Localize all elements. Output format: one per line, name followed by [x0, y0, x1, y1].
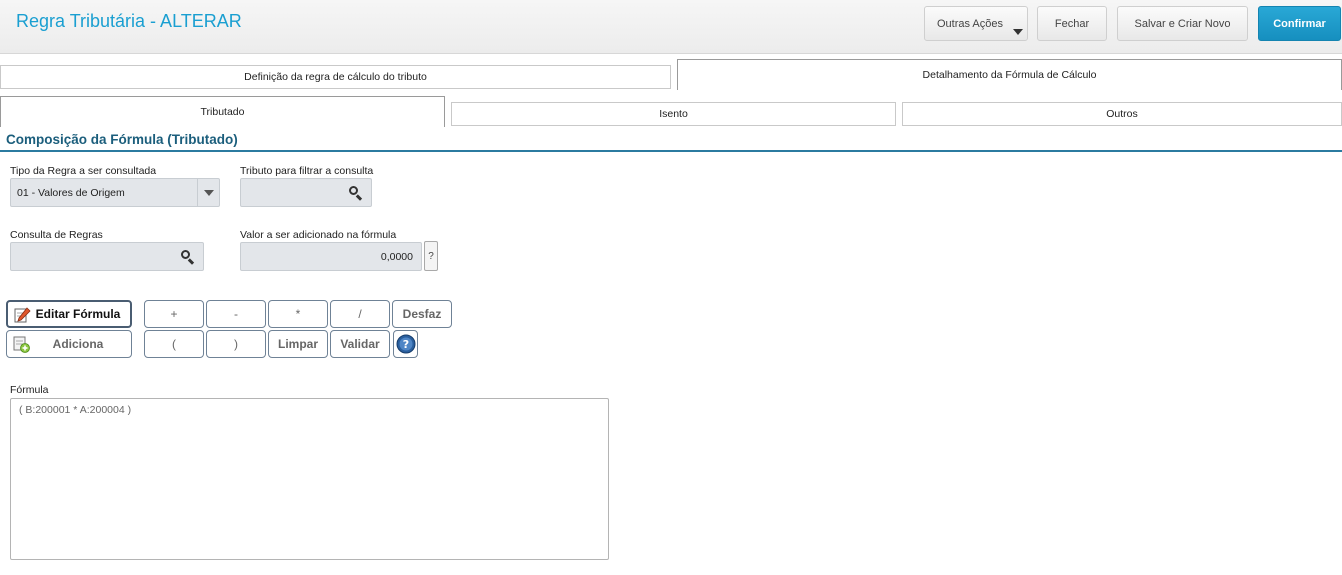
search-icon[interactable]	[349, 186, 363, 201]
edit-pencil-icon	[14, 307, 31, 323]
rule-type-select[interactable]: 01 - Valores de Origem	[10, 178, 220, 207]
other-actions-label: Outras Ações	[936, 17, 1004, 30]
confirm-button[interactable]: Confirmar	[1258, 6, 1341, 41]
multiply-button[interactable]: *	[268, 300, 328, 328]
help-button[interactable]: ?	[393, 330, 418, 358]
formula-textarea[interactable]: ( B:200001 * A:200004 )	[10, 398, 609, 560]
formula-label: Fórmula	[10, 384, 49, 396]
tab-rule-definition[interactable]: Definição da regra de cálculo do tributo	[0, 65, 671, 89]
tab-formula-detail[interactable]: Detalhamento da Fórmula de Cálculo	[677, 59, 1342, 90]
tab-formula-detail-label: Detalhamento da Fórmula de Cálculo	[922, 69, 1097, 81]
rules-query-label: Consulta de Regras	[10, 229, 103, 241]
value-add-input[interactable]: 0,0000	[240, 242, 422, 271]
tab-outros[interactable]: Outros	[902, 102, 1342, 126]
plus-button[interactable]: +	[144, 300, 204, 328]
tab-isento[interactable]: Isento	[451, 102, 896, 126]
tribute-filter-input[interactable]	[240, 178, 372, 207]
tab-outros-label: Outros	[1106, 108, 1138, 120]
rules-query-input[interactable]	[10, 242, 204, 271]
tab-rule-definition-label: Definição da regra de cálculo do tributo	[244, 71, 427, 83]
undo-button[interactable]: Desfaz	[392, 300, 452, 328]
edit-formula-label: Editar Fórmula	[35, 307, 121, 321]
svg-text:?: ?	[402, 338, 408, 351]
tribute-filter-label: Tributo para filtrar a consulta	[240, 165, 374, 177]
section-divider	[0, 150, 1342, 152]
close-paren-button[interactable]: )	[206, 330, 266, 358]
value-help-button[interactable]: ?	[424, 241, 438, 271]
validate-button[interactable]: Validar	[330, 330, 390, 358]
formula-value: ( B:200001 * A:200004 )	[19, 404, 132, 416]
add-button[interactable]: Adiciona	[6, 330, 132, 358]
tab-isento-label: Isento	[659, 108, 688, 120]
clear-button[interactable]: Limpar	[268, 330, 328, 358]
save-and-new-button[interactable]: Salvar e Criar Novo	[1117, 6, 1248, 41]
other-actions-button[interactable]: Outras Ações	[924, 6, 1028, 41]
edit-formula-button[interactable]: Editar Fórmula	[6, 300, 132, 328]
add-document-icon	[13, 336, 30, 353]
rule-type-label: Tipo da Regra a ser consultada	[10, 165, 157, 177]
rule-type-value: 01 - Valores de Origem	[17, 186, 125, 199]
chevron-down-icon	[1013, 29, 1023, 35]
divide-button[interactable]: /	[330, 300, 390, 328]
open-paren-button[interactable]: (	[144, 330, 204, 358]
page-header: Regra Tributária - ALTERAR Outras Ações …	[0, 0, 1342, 54]
help-icon: ?	[396, 334, 415, 354]
add-label: Adiciona	[52, 337, 104, 351]
value-add-value: 0,0000	[380, 250, 413, 263]
search-icon[interactable]	[181, 250, 195, 265]
value-add-label: Valor a ser adicionado na fórmula	[240, 229, 397, 241]
section-title: Composição da Fórmula (Tributado)	[6, 132, 238, 147]
tab-tributado[interactable]: Tributado	[0, 96, 445, 127]
chevron-down-icon[interactable]	[197, 179, 219, 206]
close-button[interactable]: Fechar	[1037, 6, 1107, 41]
minus-button[interactable]: -	[206, 300, 266, 328]
page-title: Regra Tributária - ALTERAR	[16, 11, 242, 31]
tab-tributado-label: Tributado	[200, 106, 245, 118]
